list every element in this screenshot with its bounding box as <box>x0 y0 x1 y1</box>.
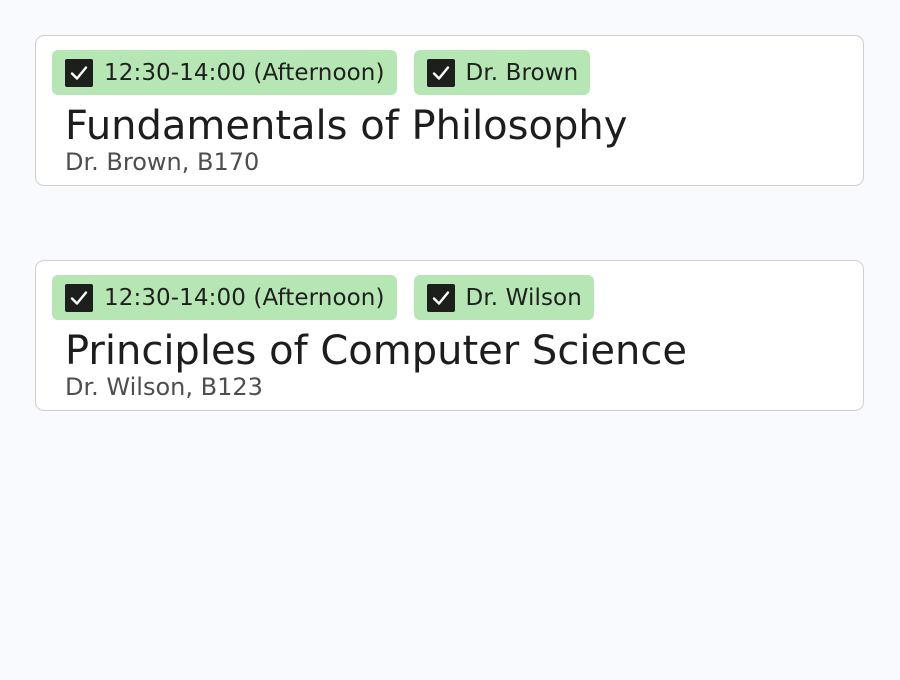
checkbox-checked-icon[interactable] <box>65 283 93 312</box>
time-slot-tag[interactable]: 12:30-14:00 (Afternoon) <box>52 275 397 320</box>
instructor-tag[interactable]: Dr. Brown <box>413 50 591 95</box>
time-slot-label: 12:30-14:00 (Afternoon) <box>104 284 385 311</box>
instructor-label: Dr. Wilson <box>465 284 582 311</box>
time-slot-label: 12:30-14:00 (Afternoon) <box>104 59 385 86</box>
course-card: 12:30-14:00 (Afternoon) Dr. Wilson Princ… <box>35 260 864 411</box>
course-title: Fundamentals of Philosophy <box>65 103 628 149</box>
checkbox-checked-icon[interactable] <box>65 58 93 87</box>
course-instructor-room: Dr. Wilson, B123 <box>65 373 263 401</box>
course-title: Principles of Computer Science <box>65 328 687 374</box>
time-slot-tag[interactable]: 12:30-14:00 (Afternoon) <box>52 50 397 95</box>
filter-tag-row: 12:30-14:00 (Afternoon) Dr. Brown <box>52 50 591 95</box>
instructor-label: Dr. Brown <box>465 59 579 86</box>
checkbox-checked-icon[interactable] <box>426 283 455 312</box>
checkbox-checked-icon[interactable] <box>426 58 455 87</box>
filter-tag-row: 12:30-14:00 (Afternoon) Dr. Wilson <box>52 275 594 320</box>
course-instructor-room: Dr. Brown, B170 <box>65 148 260 176</box>
course-card: 12:30-14:00 (Afternoon) Dr. Brown Fundam… <box>35 35 864 186</box>
instructor-tag[interactable]: Dr. Wilson <box>413 275 594 320</box>
